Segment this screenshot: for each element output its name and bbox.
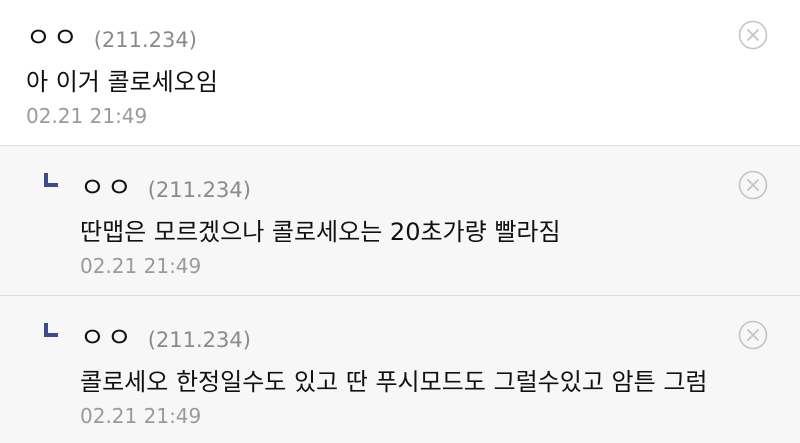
reply-text: 딴맵은 모르겠으나 콜로세오는 20초가량 빨라짐 [80, 218, 561, 246]
delete-reply-button[interactable] [738, 170, 768, 200]
close-circle-icon [738, 320, 768, 350]
reply-timestamp: 02.21 21:49 [80, 254, 202, 278]
reply-header: ㅇㅇ (211.234) [80, 166, 251, 205]
comment-author[interactable]: ㅇㅇ [26, 16, 80, 55]
reply-item: ㅇㅇ (211.234) 콜로세오 한정일수도 있고 딴 푸시모드도 그럴수있고… [0, 296, 800, 443]
reply-arrow-icon [44, 173, 58, 187]
reply-author[interactable]: ㅇㅇ [80, 166, 134, 205]
delete-comment-button[interactable] [738, 20, 768, 50]
comment-ip: (211.234) [93, 28, 197, 52]
reply-arrow-icon [44, 323, 58, 337]
reply-header: ㅇㅇ (211.234) [80, 316, 251, 355]
close-circle-icon [738, 20, 768, 50]
comment-timestamp: 02.21 21:49 [26, 104, 148, 128]
comment-thread: ㅇㅇ (211.234) 아 이거 콜로세오임 02.21 21:49 ㅇㅇ (… [0, 0, 800, 443]
comment-text: 아 이거 콜로세오임 [26, 68, 218, 96]
comment-header: ㅇㅇ (211.234) [26, 16, 197, 55]
reply-item: ㅇㅇ (211.234) 딴맵은 모르겠으나 콜로세오는 20초가량 빨라짐 0… [0, 146, 800, 296]
reply-ip: (211.234) [147, 178, 251, 202]
delete-reply-button[interactable] [738, 320, 768, 350]
reply-text: 콜로세오 한정일수도 있고 딴 푸시모드도 그럴수있고 암튼 그럼 [80, 368, 708, 396]
reply-timestamp: 02.21 21:49 [80, 404, 202, 428]
close-circle-icon [738, 170, 768, 200]
comment-item: ㅇㅇ (211.234) 아 이거 콜로세오임 02.21 21:49 [0, 0, 800, 146]
reply-ip: (211.234) [147, 328, 251, 352]
reply-author[interactable]: ㅇㅇ [80, 316, 134, 355]
